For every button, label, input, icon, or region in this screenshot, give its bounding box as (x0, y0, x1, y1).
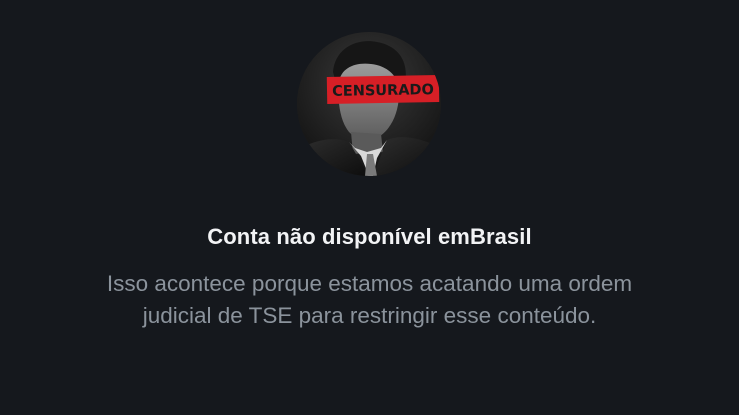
notice-title: Conta não disponível emBrasil (207, 224, 532, 249)
profile-avatar: CENSURADO (297, 32, 441, 176)
notice-message: Isso acontece porque estamos acatando um… (106, 271, 633, 328)
account-unavailable-screen: CENSURADO Conta não disponível emBrasil … (0, 0, 739, 415)
censored-portrait-icon: CENSURADO (297, 32, 441, 176)
censor-label: CENSURADO (332, 82, 434, 100)
